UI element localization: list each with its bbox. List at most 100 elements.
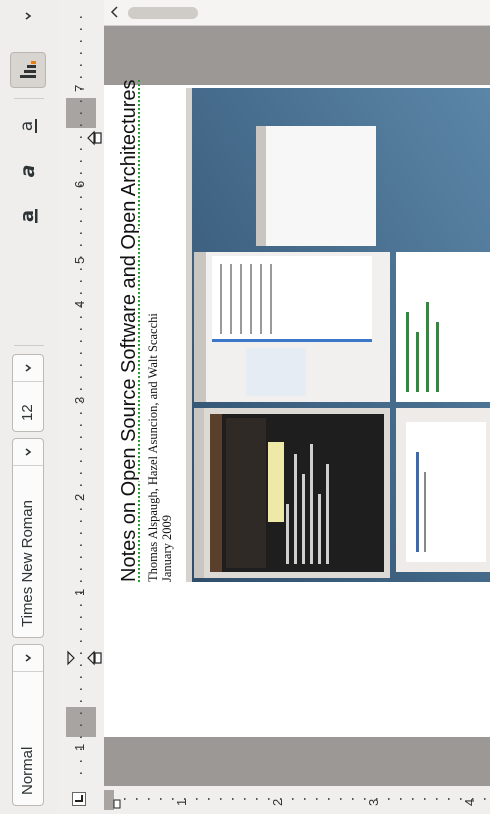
- ruler-tick: [80, 676, 82, 678]
- ruler-tick: [80, 436, 82, 438]
- ruler-tick: [80, 208, 82, 210]
- ruler-tick: [80, 652, 82, 654]
- font-name-combo[interactable]: Times New Roman: [12, 438, 44, 638]
- ruler-tick: [424, 798, 426, 800]
- chevron-up-icon[interactable]: [104, 0, 124, 25]
- toolbar-separator: [14, 345, 44, 346]
- ruler-tick: [80, 724, 82, 726]
- underline-icon: a: [17, 119, 37, 133]
- ruler-label: 1: [72, 588, 87, 596]
- ruler-label: 4: [72, 300, 87, 308]
- ruler-label: 4: [462, 798, 477, 806]
- vertical-scrollbar[interactable]: [104, 0, 490, 26]
- ruler-tick: [304, 798, 306, 800]
- ruler-tick: [160, 798, 162, 800]
- font-size-value: 12: [19, 404, 36, 421]
- ruler-tick: [80, 736, 82, 738]
- ruler-tick: [80, 268, 82, 270]
- ruler-tick: [80, 628, 82, 630]
- ruler-tick: [80, 160, 82, 162]
- ruler-tick: [80, 352, 82, 354]
- ruler-tick: [80, 100, 82, 102]
- ruler-tick: [80, 292, 82, 294]
- chevron-down-icon[interactable]: [13, 439, 43, 466]
- ruler-tick: [80, 700, 82, 702]
- ruler-label: 7: [72, 84, 87, 92]
- ruler-tick: [80, 376, 82, 378]
- ruler-tick: [80, 580, 82, 582]
- toolbar-separator: [14, 98, 44, 99]
- ruler-tick: [80, 544, 82, 546]
- document-page[interactable]: Notes on Open Source Software and Open A…: [104, 79, 490, 737]
- ruler-tick: [80, 28, 82, 30]
- ruler-tick: [80, 388, 82, 390]
- ruler-tick: [80, 316, 82, 318]
- ruler-scale: [104, 790, 486, 810]
- ruler-tick: [80, 148, 82, 150]
- desktop-screenshot-graphic: [186, 88, 490, 582]
- vertical-ruler[interactable]: 1 2 3 4: [104, 785, 490, 814]
- ruler-tick: [80, 112, 82, 114]
- ruler-tick: [316, 798, 318, 800]
- horizontal-ruler[interactable]: 1 1 2 3 4 5 6 7: [58, 0, 105, 814]
- align-bars-icon: [20, 61, 36, 78]
- ruler-tick: [80, 640, 82, 642]
- ruler-tick: [80, 568, 82, 570]
- paragraph-style-value: Normal: [19, 746, 36, 795]
- scrollbar-thumb[interactable]: [128, 7, 198, 19]
- ruler-tick: [412, 798, 414, 800]
- ruler-tick: [80, 64, 82, 66]
- ruler-tick: [80, 616, 82, 618]
- ruler-tick: [80, 76, 82, 78]
- italic-button[interactable]: a: [10, 153, 46, 189]
- ruler-label: 6: [72, 180, 87, 188]
- ruler-label: 5: [72, 256, 87, 264]
- ruler-tick: [352, 798, 354, 800]
- ruler-tick: [80, 448, 82, 450]
- document-canvas[interactable]: Notes on Open Source Software and Open A…: [104, 26, 490, 786]
- ruler-tick: [80, 412, 82, 414]
- ruler-tick: [436, 798, 438, 800]
- chevron-down-icon[interactable]: [13, 645, 43, 672]
- ruler-tick: [328, 798, 330, 800]
- ruler-tick: [80, 508, 82, 510]
- font-size-combo[interactable]: 12: [12, 354, 44, 432]
- ruler-tick: [80, 760, 82, 762]
- ruler-tick: [80, 688, 82, 690]
- document-authors: Thomas Alspaugh, Hazel Asuncion, and Wal…: [146, 313, 160, 582]
- ruler-label: 2: [72, 493, 87, 501]
- embedded-screenshot-image[interactable]: [186, 88, 490, 582]
- document-date: January 2009: [160, 515, 174, 582]
- ruler-tick: [80, 172, 82, 174]
- ruler-tick: [80, 424, 82, 426]
- ruler-tick: [340, 798, 342, 800]
- ruler-tick: [244, 798, 246, 800]
- bold-button[interactable]: a: [10, 198, 46, 234]
- ruler-tick: [196, 798, 198, 800]
- ruler-tick: [80, 604, 82, 606]
- underline-button[interactable]: a: [10, 108, 46, 144]
- ruler-tick: [80, 460, 82, 462]
- font-name-value: Times New Roman: [19, 500, 36, 627]
- ruler-tick: [80, 16, 82, 18]
- ruler-label: 1: [174, 798, 189, 806]
- ruler-tick: [80, 232, 82, 234]
- paragraph-style-combo[interactable]: Normal: [12, 644, 44, 806]
- ruler-label: 1: [72, 743, 87, 751]
- ruler-tick: [80, 340, 82, 342]
- svg-text:a: a: [17, 165, 39, 178]
- ruler-tick: [80, 472, 82, 474]
- toolbar-overflow-button[interactable]: [12, 4, 44, 28]
- chevron-down-icon: [25, 12, 32, 20]
- document-title: Notes on Open Source Software and Open A…: [118, 79, 140, 582]
- ruler-tick: [388, 798, 390, 800]
- ruler-tick: [232, 798, 234, 800]
- bold-icon: a: [17, 209, 38, 223]
- paragraph-format-button[interactable]: [10, 52, 46, 88]
- chevron-down-icon[interactable]: [13, 355, 43, 382]
- ruler-scale: [66, 16, 102, 774]
- ruler-tick: [80, 280, 82, 282]
- ruler-label: 2: [270, 798, 285, 806]
- tab-stop-selector[interactable]: [72, 792, 86, 806]
- ruler-tick: [80, 220, 82, 222]
